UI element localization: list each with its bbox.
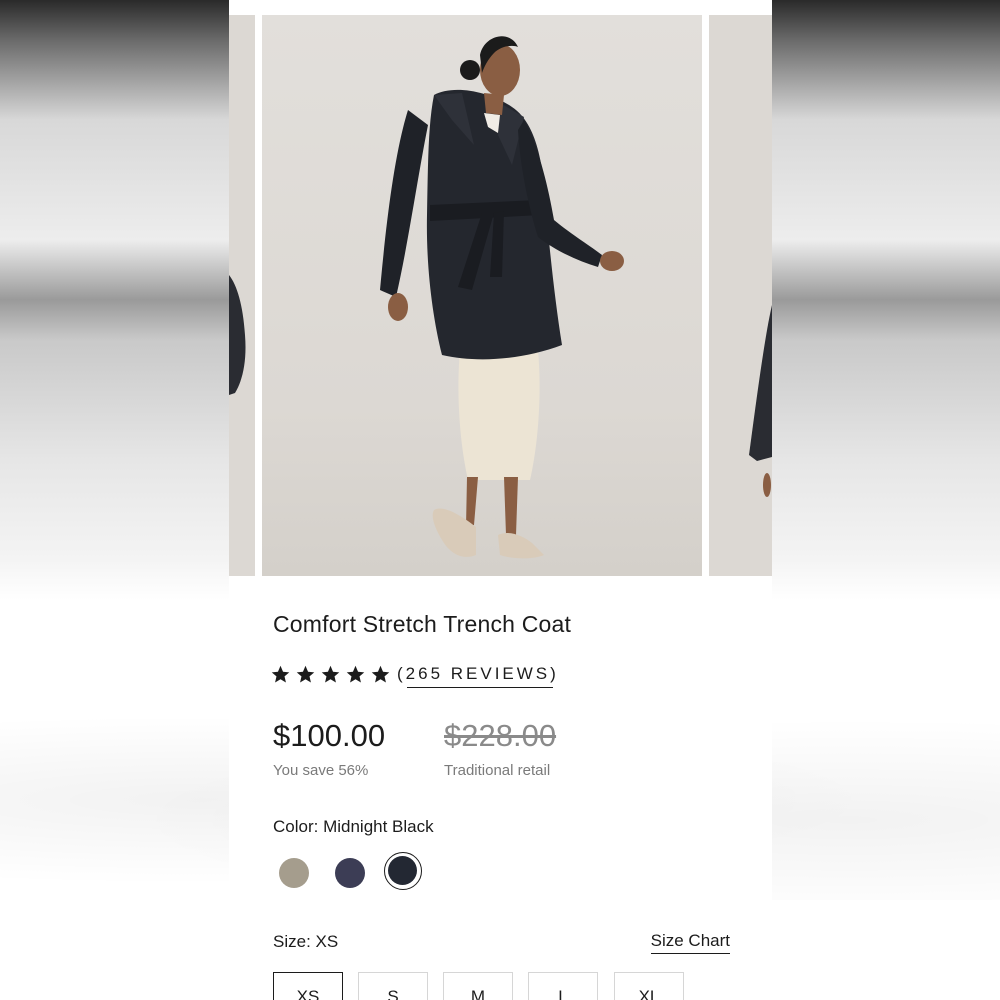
reviews-underline xyxy=(407,687,553,688)
model-photo xyxy=(380,36,624,559)
original-price-label: Traditional retail xyxy=(444,762,551,779)
star-rating xyxy=(270,664,391,685)
size-xl-button[interactable]: XL xyxy=(614,972,684,1000)
color-label: Color: Midnight Black xyxy=(273,817,434,836)
product-panel: Comfort Stretch Trench Coat (265 REVIEWS… xyxy=(229,0,772,1000)
next-image[interactable] xyxy=(709,15,772,576)
product-title: Comfort Stretch Trench Coat xyxy=(273,611,572,637)
star-icon xyxy=(371,665,390,683)
size-l-button[interactable]: L xyxy=(528,972,598,1000)
swatch-taupe[interactable] xyxy=(279,858,309,888)
swatch-midnight-black[interactable] xyxy=(384,852,422,890)
savings-text: You save 56% xyxy=(273,762,369,779)
star-icon xyxy=(296,665,315,683)
reviews-link[interactable]: (265 REVIEWS) xyxy=(397,664,559,688)
size-chart-link[interactable]: Size Chart xyxy=(650,931,730,954)
size-xs-button[interactable]: XS xyxy=(273,972,343,1000)
image-carousel[interactable] xyxy=(229,15,772,576)
size-s-button[interactable]: S xyxy=(358,972,428,1000)
star-icon xyxy=(271,665,290,683)
rating-row: (265 REVIEWS) xyxy=(270,660,559,688)
sale-price: $100.00 xyxy=(273,718,386,753)
swatch-navy[interactable] xyxy=(335,858,365,888)
star-icon xyxy=(346,665,365,683)
reviews-link-label: (265 REVIEWS) xyxy=(397,664,559,683)
previous-image[interactable] xyxy=(229,15,255,576)
star-icon xyxy=(321,665,340,683)
swatch-midnight-black-fill xyxy=(388,856,417,885)
size-m-button[interactable]: M xyxy=(443,972,513,1000)
main-product-image[interactable] xyxy=(262,15,702,576)
original-price: $228.00 xyxy=(444,718,557,753)
size-label: Size: XS xyxy=(273,932,339,951)
